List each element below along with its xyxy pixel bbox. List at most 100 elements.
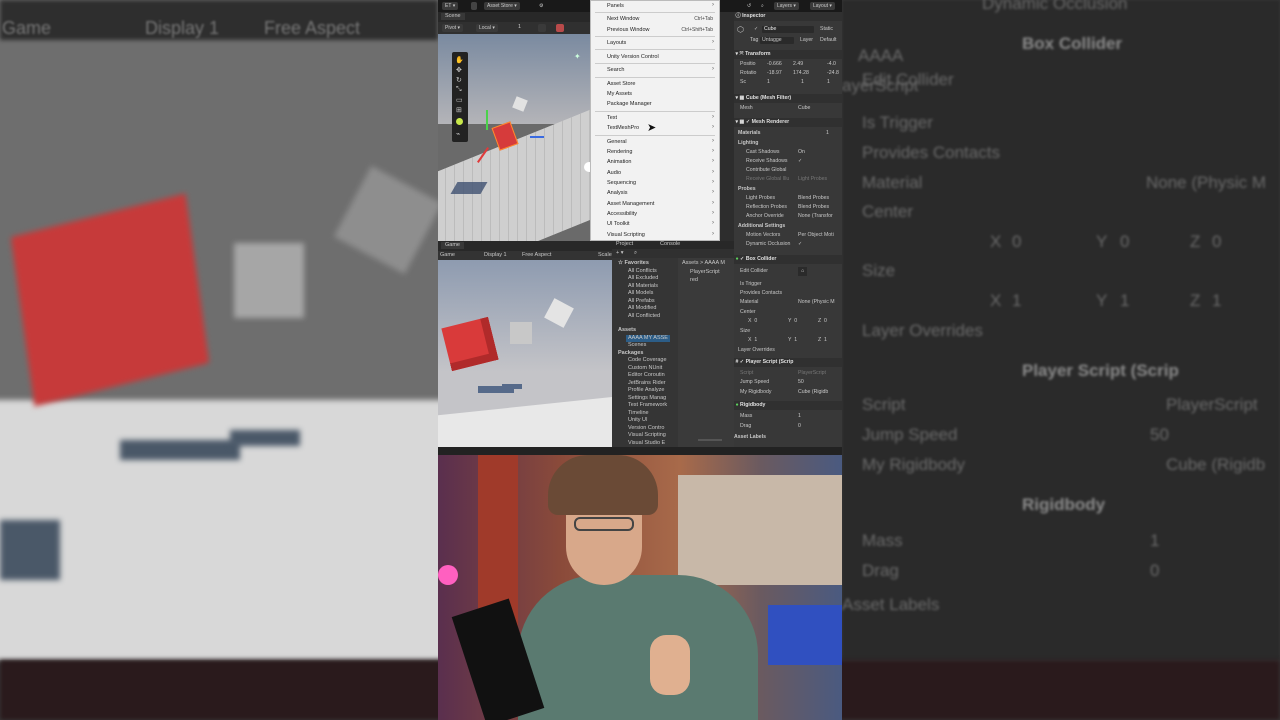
materials-label[interactable]: Materials [738,129,761,138]
search-icon[interactable]: ⌕ [634,250,637,257]
scale-tool-icon[interactable]: ⤡ [456,86,462,94]
package-item[interactable]: JetBrains Rider [628,380,666,387]
receive-gi-dropdown[interactable]: Light Probes [798,175,827,184]
menu-item-textmeshpro[interactable]: TextMeshPro [607,125,639,131]
cloud-icon[interactable] [471,2,477,10]
fav-item[interactable]: All Prefabs [628,298,655,305]
fav-item[interactable]: All Conflicts [628,268,657,275]
transform-header[interactable]: ▾ ⤧ Transform [734,50,842,59]
probes-label[interactable]: Probes [738,185,756,194]
active-checkbox[interactable]: ✓ [754,25,758,34]
static-toggle[interactable]: Static [820,25,833,34]
menu-item-animation[interactable]: Animation [607,159,631,165]
mass-field[interactable]: 1 [798,412,801,421]
grid-icon[interactable] [538,24,546,32]
pivot-dropdown[interactable]: Pivot ▾ [442,24,464,32]
mesh-filter-header[interactable]: ▾ ▦ Cube (Mesh Filter) [734,94,842,103]
package-item[interactable]: Visual Studio E [628,440,665,447]
menu-item-sequencing[interactable]: Sequencing [607,180,636,186]
add-icon[interactable]: + ▾ [616,250,624,257]
fav-item[interactable]: All Conflicted [628,313,660,320]
script-field[interactable]: PlayerScript [798,369,826,378]
fav-item[interactable]: All Modified [628,305,656,312]
my-rigidbody-field[interactable]: Cube (Rigidb [798,388,828,397]
player-script-header[interactable]: # ✓ Player Script (Scrip [734,358,842,367]
fav-item[interactable]: All Models [628,290,653,297]
local-dropdown[interactable]: Local ▾ [476,24,498,32]
display1-dropdown[interactable]: Display 1 [484,252,507,259]
grid-snap-value[interactable]: 1 [518,24,521,31]
package-item[interactable]: Code Coverage [628,357,667,364]
package-item[interactable]: Editor Coroutin [628,372,665,379]
menu-item-text[interactable]: Text [607,115,617,121]
center-x-field[interactable]: X 0 [748,317,757,326]
orientation-gizmo-icon[interactable]: ✦ [574,52,588,82]
package-item[interactable]: Profile Analyze [628,387,664,394]
folder-item[interactable]: Scenes [628,342,646,349]
menu-item-asset-management[interactable]: Asset Management [607,201,654,207]
custom-tool-icon[interactable] [456,118,463,125]
game-display-dropdown[interactable]: Game [440,252,455,259]
size-z-field[interactable]: Z 1 [818,336,827,345]
breadcrumb[interactable]: Assets > AAAA M [682,260,725,267]
fav-item[interactable]: All Materials [628,283,658,290]
mesh-renderer-header[interactable]: ▾ ▦ ✓ Mesh Renderer [734,118,842,127]
dynamic-occlusion-checkbox[interactable]: ✓ [798,240,802,249]
scale-x-field[interactable]: 1 [767,78,770,87]
menu-item-audio[interactable]: Audio [607,170,621,176]
menu-item-previous-window[interactable]: Previous Window [607,27,650,33]
anchor-override-field[interactable]: None (Transfor [798,212,833,221]
layout-dropdown[interactable]: Layout ▾ [810,2,835,10]
package-item[interactable]: Settings Manag [628,395,666,402]
package-item[interactable]: Custom NUnit [628,365,662,372]
rotate-tool-icon[interactable]: ↻ [456,76,462,84]
menu-item-layouts[interactable]: Layouts [607,40,626,46]
tab-project[interactable]: Project [616,241,633,248]
menu-item-panels[interactable]: Panels [607,3,624,9]
file-item-red[interactable]: red [690,277,698,284]
gizmo-y-axis[interactable] [486,110,488,130]
layers-dropdown[interactable]: Layers ▾ [774,2,799,10]
size-y-field[interactable]: Y 1 [788,336,797,345]
favorites-label[interactable]: ☆ Favorites [618,260,649,267]
package-item[interactable]: Test Framework [628,402,667,409]
inspector-tab[interactable]: ⓘ Inspector [734,12,842,21]
box-collider-header[interactable]: ● ✓ Box Collider [734,255,842,264]
menu-item-search[interactable]: Search [607,67,624,73]
folder-item-selected[interactable]: AAAA MY ASSE [626,335,670,342]
gizmo-z-axis[interactable] [530,136,544,138]
lighting-label[interactable]: Lighting [738,139,758,148]
menu-item-rendering[interactable]: Rendering [607,149,632,155]
menu-item-visual-scripting[interactable]: Visual Scripting [607,232,645,238]
edit-tool-icon[interactable]: ⌁ [456,130,460,138]
size-x-field[interactable]: X 1 [748,336,757,345]
package-item[interactable]: Unity UI [628,417,648,424]
tab-scene[interactable]: Scene [441,13,465,20]
zoom-slider[interactable] [698,439,722,441]
rot-y-field[interactable]: 174.28 [793,69,809,78]
rigidbody-header[interactable]: ● Rigidbody [734,401,842,410]
menu-item-ui-toolkit[interactable]: UI Toolkit [607,221,630,227]
edit-collider-button[interactable]: ⌂ [798,267,808,276]
fav-item[interactable]: All Excluded [628,275,658,282]
account-button[interactable]: ET ▾ [442,2,459,10]
aspect-dropdown[interactable]: Free Aspect [522,252,551,259]
center-y-field[interactable]: Y 0 [788,317,797,326]
menu-item-accessibility[interactable]: Accessibility [607,211,637,217]
menu-item-asset-store[interactable]: Asset Store [607,81,635,87]
game-view[interactable]: Game Game Display 1 Free Aspect Scale [438,241,612,447]
reflection-probes-dropdown[interactable]: Blend Probes [798,203,829,212]
pos-y-field[interactable]: 2.49 [793,60,803,69]
history-icon[interactable]: ↺ [744,2,754,10]
settings-icon[interactable]: ⚙ [536,2,546,10]
packages-folder[interactable]: Packages [618,350,643,357]
search-icon[interactable]: ⌕ [758,2,767,10]
snap-icon[interactable] [556,24,564,32]
cast-shadows-dropdown[interactable]: On [798,148,805,157]
tab-console[interactable]: Console [660,241,680,248]
transform-tool-icon[interactable]: ⊞ [456,106,462,114]
package-item[interactable]: Version Contro [628,425,664,432]
scale-slider[interactable]: Scale [598,252,612,259]
menu-item-package-manager[interactable]: Package Manager [607,101,652,107]
menu-item-next-window[interactable]: Next Window [607,16,639,22]
